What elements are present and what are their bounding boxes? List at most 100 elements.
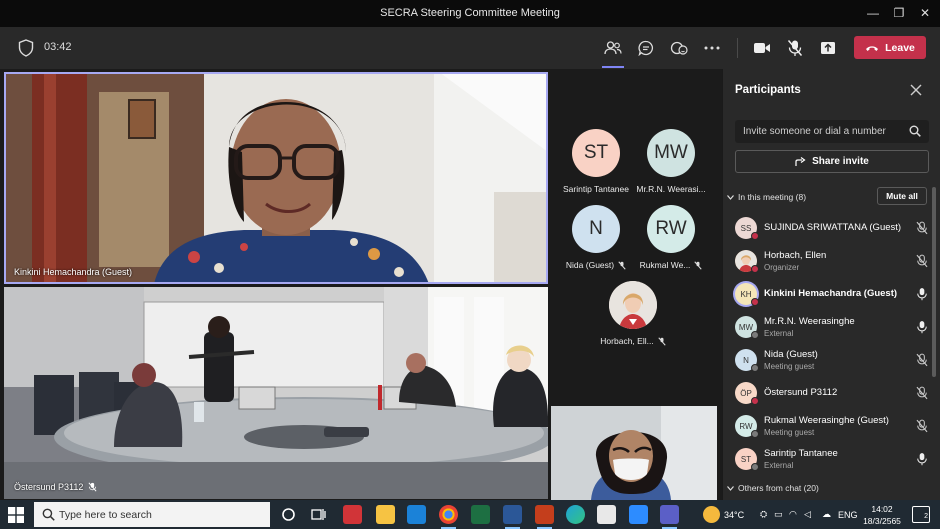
- avatar: ST: [572, 129, 620, 177]
- shield-icon[interactable]: [18, 39, 34, 57]
- taskbar-search-input[interactable]: [59, 508, 259, 521]
- temperature[interactable]: 34°C: [724, 510, 744, 520]
- volume-icon[interactable]: ◁: [804, 509, 811, 520]
- onedrive-icon[interactable]: ☁: [822, 509, 831, 520]
- avatar-name: Rukmal We...: [626, 260, 716, 270]
- avatar-name-text: Mr.R.N. Weerasi...: [636, 184, 706, 194]
- mute-all-button[interactable]: Mute all: [877, 187, 927, 205]
- avatar-initials: SS: [740, 223, 752, 233]
- video-tile-room[interactable]: Östersund P3112: [4, 287, 548, 499]
- speaker-name-label: Kinkini Hemachandra (Guest): [14, 267, 132, 277]
- search-icon: [42, 508, 55, 521]
- task-view-icon[interactable]: [309, 505, 328, 524]
- chevron-down-icon: [727, 485, 734, 491]
- video-tile-speaker[interactable]: Kinkini Hemachandra (Guest): [4, 72, 548, 284]
- search-icon[interactable]: [909, 125, 921, 137]
- taskbar-clock[interactable]: 14:02 18/3/2565: [858, 503, 906, 527]
- camera-icon: [754, 43, 770, 53]
- avatar-initials: ÖP: [740, 388, 752, 398]
- share-screen-button[interactable]: [817, 37, 839, 59]
- camera-button[interactable]: [751, 37, 773, 59]
- people-icon: [604, 41, 622, 55]
- tray-person-icon[interactable]: ⛭: [760, 509, 767, 520]
- weather-icon[interactable]: [703, 506, 720, 523]
- participants-button[interactable]: [602, 37, 624, 68]
- status-dot: [751, 232, 759, 240]
- participant-row[interactable]: ÖP Östersund P3112: [735, 378, 931, 408]
- wifi-icon[interactable]: ◠: [789, 509, 797, 520]
- self-view-image: [551, 406, 717, 500]
- mic-icon[interactable]: [915, 287, 929, 301]
- in-meeting-section-label: In this meeting (8): [738, 192, 807, 202]
- speaker-video-image: [4, 72, 548, 284]
- avatar-name: Mr.R.N. Weerasi...: [626, 184, 716, 194]
- participant-row[interactable]: N Nida (Guest) Meeting guest: [735, 345, 931, 375]
- reactions-button[interactable]: [668, 37, 690, 59]
- leave-button[interactable]: Leave: [854, 36, 926, 59]
- mic-off-icon: [618, 260, 626, 270]
- participant-row[interactable]: MW Mr.R.N. Weerasinghe External: [735, 312, 931, 342]
- avatar: N: [735, 349, 759, 372]
- participant-row[interactable]: Horbach, Ellen Organizer: [735, 246, 931, 276]
- input-language[interactable]: ENG: [838, 510, 858, 520]
- powerpoint-icon[interactable]: [535, 505, 554, 529]
- chrome-icon[interactable]: [439, 505, 458, 529]
- restore-button[interactable]: ❐: [888, 4, 910, 22]
- status-dot: [751, 430, 759, 438]
- store-icon[interactable]: [597, 505, 616, 524]
- close-icon[interactable]: [909, 83, 923, 97]
- avatar: RW: [735, 415, 759, 438]
- participant-row[interactable]: ST Sarintip Tantanee External: [735, 444, 931, 474]
- file-explorer-icon[interactable]: [376, 505, 395, 524]
- self-view-video[interactable]: [551, 406, 717, 500]
- minimize-button[interactable]: —: [862, 4, 884, 22]
- cortana-icon[interactable]: [279, 505, 298, 524]
- teams-icon[interactable]: [660, 505, 679, 529]
- close-window-button[interactable]: ✕: [914, 4, 936, 22]
- mic-icon[interactable]: [915, 452, 929, 466]
- mic-icon[interactable]: [915, 320, 929, 334]
- notification-center-button[interactable]: 2: [912, 506, 930, 523]
- mic-off-icon[interactable]: [915, 254, 929, 268]
- share-invite-button[interactable]: Share invite: [735, 150, 929, 173]
- mic-off-icon[interactable]: [915, 419, 929, 433]
- avatar-tile-rukmal[interactable]: RW Rukmal We...: [626, 205, 716, 270]
- edge-icon[interactable]: [566, 505, 585, 524]
- in-meeting-section-toggle[interactable]: In this meeting (8): [727, 192, 806, 202]
- windows-start-icon[interactable]: [8, 507, 24, 523]
- mic-off-icon[interactable]: [915, 221, 929, 235]
- room-video-image: [4, 287, 548, 499]
- avatar: ÖP: [735, 382, 759, 405]
- participant-row[interactable]: SS SUJINDA SRIWATTANA (Guest): [735, 213, 931, 243]
- avatar-photo: [735, 250, 759, 273]
- more-actions-button[interactable]: [701, 37, 723, 59]
- participant-row-speaking[interactable]: KH Kinkini Hemachandra (Guest): [735, 279, 931, 309]
- gift-app-icon[interactable]: [343, 505, 362, 524]
- clock-date: 18/3/2565: [863, 516, 901, 526]
- participant-role: Meeting guest: [764, 428, 815, 437]
- microphone-button[interactable]: [784, 37, 806, 59]
- avatar-tile-weerasinghe[interactable]: MW Mr.R.N. Weerasi...: [626, 129, 716, 194]
- battery-icon[interactable]: ▭: [774, 509, 783, 520]
- share-tray-icon: [821, 42, 835, 54]
- taskbar-search[interactable]: [34, 502, 270, 527]
- excel-icon[interactable]: [471, 505, 490, 524]
- word-icon[interactable]: [503, 505, 522, 529]
- toolbar-divider: [737, 38, 738, 58]
- avatar: SS: [735, 217, 759, 240]
- avatar-tile-horbach[interactable]: Horbach, Ell...: [588, 281, 678, 346]
- mail-icon[interactable]: [407, 505, 426, 524]
- avatar-initials: RW: [739, 421, 753, 431]
- tile-label-text: Östersund P3112: [14, 482, 84, 492]
- avatar: MW: [647, 129, 695, 177]
- mic-off-icon[interactable]: [915, 353, 929, 367]
- chat-button[interactable]: [635, 37, 657, 59]
- avatar: RW: [647, 205, 695, 253]
- mic-off-icon[interactable]: [915, 386, 929, 400]
- zoom-icon[interactable]: [629, 505, 648, 524]
- others-section-toggle[interactable]: Others from chat (20): [727, 483, 819, 493]
- panel-scrollbar[interactable]: [932, 187, 936, 377]
- participant-row[interactable]: RW Rukmal Weerasinghe (Guest) Meeting gu…: [735, 411, 931, 441]
- invite-input[interactable]: [735, 120, 929, 143]
- share-icon: [795, 156, 806, 166]
